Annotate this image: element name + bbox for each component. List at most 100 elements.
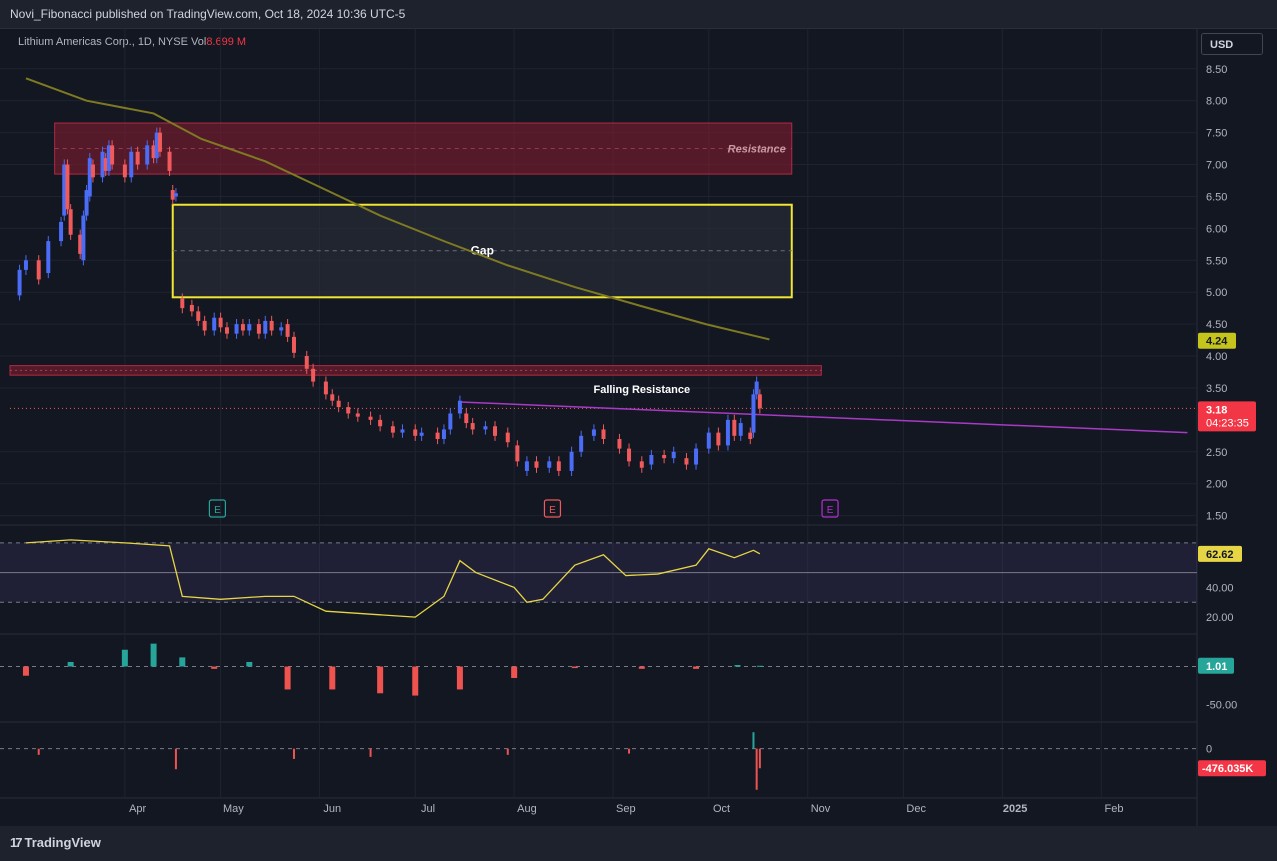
candle-body[interactable] [757, 394, 762, 409]
candle-body[interactable] [400, 429, 405, 433]
candle-body[interactable] [515, 445, 520, 462]
tradingview-logo[interactable]: 17 TradingView [10, 835, 101, 850]
candle-body[interactable] [591, 429, 596, 436]
candle-body[interactable] [247, 324, 252, 331]
macd-bar[interactable] [150, 643, 157, 667]
candle-body[interactable] [263, 320, 268, 334]
candle-body[interactable] [46, 241, 51, 274]
candle-body[interactable] [579, 435, 584, 452]
candle-body[interactable] [355, 413, 360, 417]
candle-body[interactable] [556, 461, 561, 471]
candle-body[interactable] [368, 416, 373, 420]
macd-bar[interactable] [284, 666, 291, 690]
candle-body[interactable] [129, 151, 134, 178]
candle-body[interactable] [311, 368, 316, 382]
candle-body[interactable] [738, 423, 743, 436]
candle-body[interactable] [524, 461, 529, 471]
candle-body[interactable] [706, 432, 711, 449]
candle-body[interactable] [336, 400, 341, 408]
candle-body[interactable] [505, 432, 510, 443]
candle-body[interactable] [694, 448, 699, 465]
candle-body[interactable] [122, 164, 127, 178]
candle-body[interactable] [662, 454, 667, 459]
candle-body[interactable] [173, 193, 178, 197]
macd-bar[interactable] [456, 666, 463, 690]
candle-body[interactable] [470, 423, 475, 430]
macd-bar[interactable] [693, 666, 700, 669]
macd-bar[interactable] [329, 666, 336, 690]
volume-bar[interactable] [292, 748, 295, 759]
candle-body[interactable] [716, 432, 721, 446]
volume-bar[interactable] [37, 748, 40, 755]
candle-body[interactable] [725, 419, 730, 446]
candle-body[interactable] [17, 269, 22, 296]
candle-body[interactable] [110, 145, 115, 165]
macd-bar[interactable] [211, 666, 218, 669]
candle-body[interactable] [65, 164, 70, 210]
candle-body[interactable] [493, 426, 498, 436]
candle-body[interactable] [224, 327, 229, 334]
candle-body[interactable] [269, 320, 274, 331]
candle-body[interactable] [671, 451, 676, 459]
candle-body[interactable] [748, 432, 753, 440]
candle-body[interactable] [59, 221, 64, 242]
candle-body[interactable] [464, 413, 469, 424]
macd-bar[interactable] [22, 666, 29, 676]
candle-body[interactable] [649, 454, 654, 465]
candle-body[interactable] [751, 394, 756, 433]
candle-body[interactable] [483, 426, 488, 430]
candle-body[interactable] [732, 419, 737, 436]
candle-body[interactable] [330, 394, 335, 401]
volume-bar[interactable] [628, 748, 631, 754]
candle-body[interactable] [457, 400, 462, 414]
candle-body[interactable] [601, 429, 606, 440]
candle-body[interactable] [189, 304, 194, 312]
candle-body[interactable] [196, 311, 201, 321]
candle-body[interactable] [180, 298, 185, 309]
candle-body[interactable] [547, 461, 552, 468]
candle-body[interactable] [212, 317, 217, 331]
candle-body[interactable] [639, 461, 644, 468]
candle-body[interactable] [304, 356, 309, 369]
candle-body[interactable] [627, 448, 632, 462]
volume-bar[interactable] [758, 748, 761, 769]
volume-bar[interactable] [755, 748, 758, 790]
macd-bar[interactable] [734, 665, 741, 667]
candle-body[interactable] [167, 151, 172, 171]
macd-bar[interactable] [571, 666, 578, 669]
candle-body[interactable] [36, 260, 41, 280]
candle-body[interactable] [256, 324, 261, 334]
candle-body[interactable] [378, 419, 383, 427]
candle-body[interactable] [448, 413, 453, 430]
candle-body[interactable] [754, 381, 759, 395]
candle-body[interactable] [346, 407, 351, 414]
chart-canvas[interactable]: 8.50 8.00 7.50 7.00 6.50 6.00 5.50 5.00 4.50 4.00… [0, 29, 1277, 826]
macd-bar[interactable] [67, 661, 74, 667]
candle-body[interactable] [617, 439, 622, 449]
macd-bar[interactable] [246, 661, 253, 667]
candle-body[interactable] [202, 320, 207, 331]
macd-bar[interactable] [756, 665, 763, 667]
candle-body[interactable] [291, 336, 296, 353]
candle-body[interactable] [135, 151, 140, 165]
falling-resistance-line[interactable] [459, 401, 1188, 434]
volume-bar[interactable] [174, 748, 177, 770]
volume-bar[interactable] [506, 748, 509, 755]
candle-body[interactable] [435, 432, 440, 440]
candle-body[interactable] [413, 429, 418, 436]
volume-bar[interactable] [369, 748, 372, 757]
candle-body[interactable] [145, 145, 150, 165]
candle-body[interactable] [390, 426, 395, 433]
candle-body[interactable] [419, 432, 424, 436]
candle-body[interactable] [218, 317, 223, 328]
candle-body[interactable] [157, 132, 162, 152]
candle-body[interactable] [279, 327, 284, 331]
candle-body[interactable] [90, 164, 95, 178]
candle-body[interactable] [240, 324, 245, 331]
candle-body[interactable] [23, 260, 28, 270]
candle-body[interactable] [81, 215, 86, 261]
candle-body[interactable] [285, 324, 290, 337]
candle-body[interactable] [684, 458, 689, 465]
macd-bar[interactable] [121, 649, 128, 667]
candle-body[interactable] [234, 324, 239, 334]
